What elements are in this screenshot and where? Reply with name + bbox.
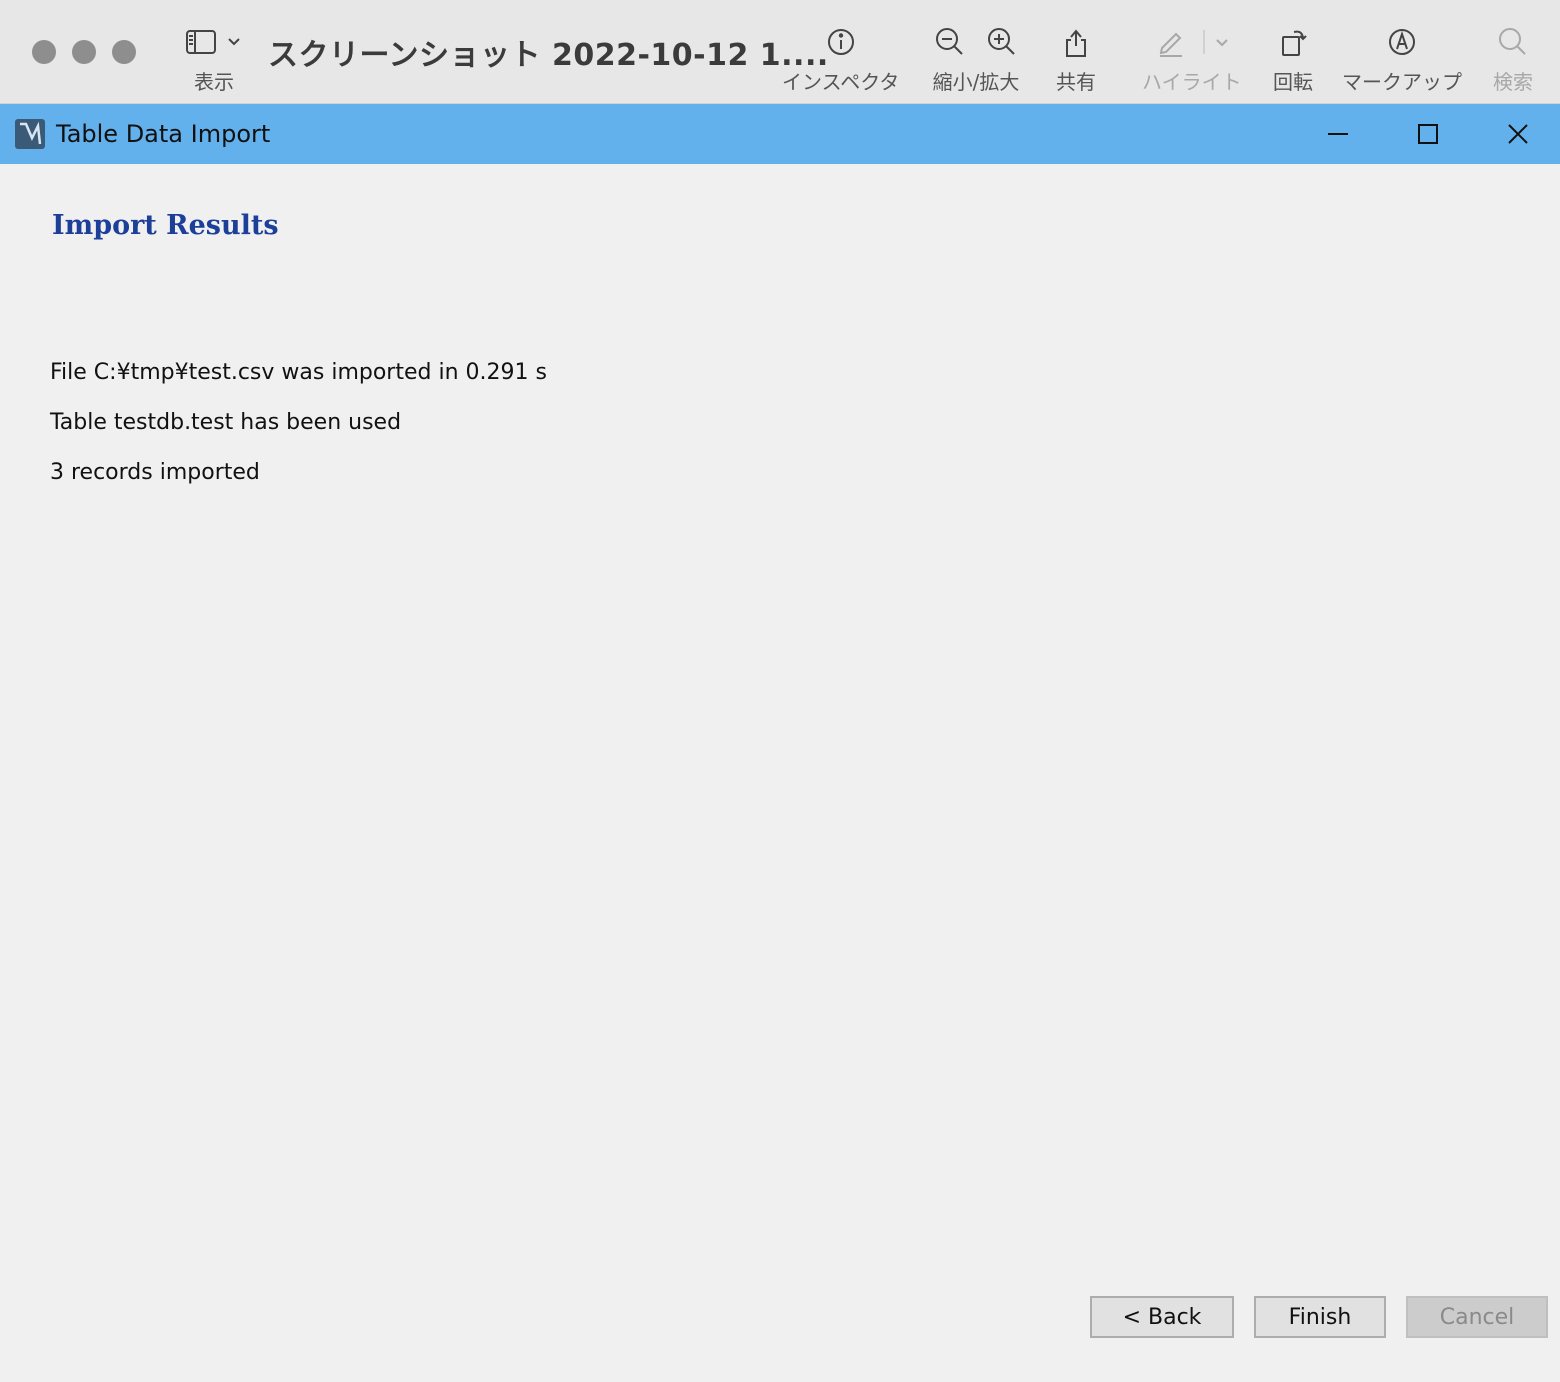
- zoom-out-icon[interactable]: [932, 24, 968, 60]
- zoom-in-icon[interactable]: [984, 24, 1020, 60]
- back-button[interactable]: < Back: [1090, 1296, 1234, 1338]
- window-titlebar[interactable]: Table Data Import: [0, 104, 1560, 164]
- search-icon: [1499, 28, 1526, 55]
- markup-label: マークアップ: [1342, 70, 1462, 94]
- rotate-icon: [1282, 30, 1307, 56]
- close-button[interactable]: [1473, 104, 1560, 164]
- highlight-button[interactable]: ハイライト: [1142, 22, 1242, 95]
- minimize-button[interactable]: [1293, 104, 1383, 164]
- view-menu-button[interactable]: 表示: [182, 22, 246, 95]
- maximize-icon: [1418, 124, 1438, 144]
- window-title: Table Data Import: [56, 120, 271, 148]
- markup-button[interactable]: マークアップ: [1342, 22, 1462, 95]
- result-line: Table testdb.test has been used: [50, 410, 402, 435]
- view-label: 表示: [194, 70, 234, 94]
- dialog-body: Import Results File C:¥tmp¥test.csv was …: [0, 164, 1560, 1382]
- search-button[interactable]: 検索: [1493, 22, 1533, 95]
- maximize-button[interactable]: [1383, 104, 1473, 164]
- sidebar-icon: [186, 30, 240, 54]
- document-title: スクリーンショット 2022-10-12 1....: [268, 38, 829, 73]
- highlight-label: ハイライト: [1142, 70, 1242, 94]
- share-icon: [1066, 29, 1086, 57]
- minimize-window-button[interactable]: [72, 40, 96, 64]
- close-icon: [1508, 124, 1528, 144]
- finish-button[interactable]: Finish: [1254, 1296, 1386, 1338]
- zoom-window-button[interactable]: [112, 40, 136, 64]
- preview-toolbar: 表示 スクリーンショット 2022-10-12 1.... インスペクタ 縮小/…: [0, 0, 1560, 104]
- result-line: 3 records imported: [50, 460, 260, 485]
- result-line: File C:¥tmp¥test.csv was imported in 0.2…: [50, 360, 547, 385]
- page-title: Import Results: [52, 210, 279, 241]
- markup-icon: [1389, 29, 1415, 55]
- inspector-label: インスペクタ: [782, 70, 900, 94]
- zoom-controls[interactable]: 縮小/拡大: [932, 22, 1020, 95]
- share-button[interactable]: 共有: [1056, 22, 1096, 95]
- chevron-down-icon[interactable]: [1202, 24, 1232, 60]
- mysql-workbench-icon: [15, 119, 45, 149]
- inspector-button[interactable]: インスペクタ: [782, 22, 899, 95]
- info-icon: [827, 29, 854, 55]
- rotate-label: 回転: [1273, 70, 1313, 94]
- pen-icon: [1159, 32, 1182, 57]
- search-label: 検索: [1493, 70, 1533, 94]
- share-label: 共有: [1056, 70, 1096, 94]
- zoom-label: 縮小/拡大: [932, 70, 1020, 94]
- close-window-button[interactable]: [32, 40, 56, 64]
- chevron-down-icon: [228, 38, 240, 46]
- rotate-button[interactable]: 回転: [1273, 22, 1313, 95]
- minimize-icon: [1328, 133, 1348, 135]
- cancel-button: Cancel: [1406, 1296, 1548, 1338]
